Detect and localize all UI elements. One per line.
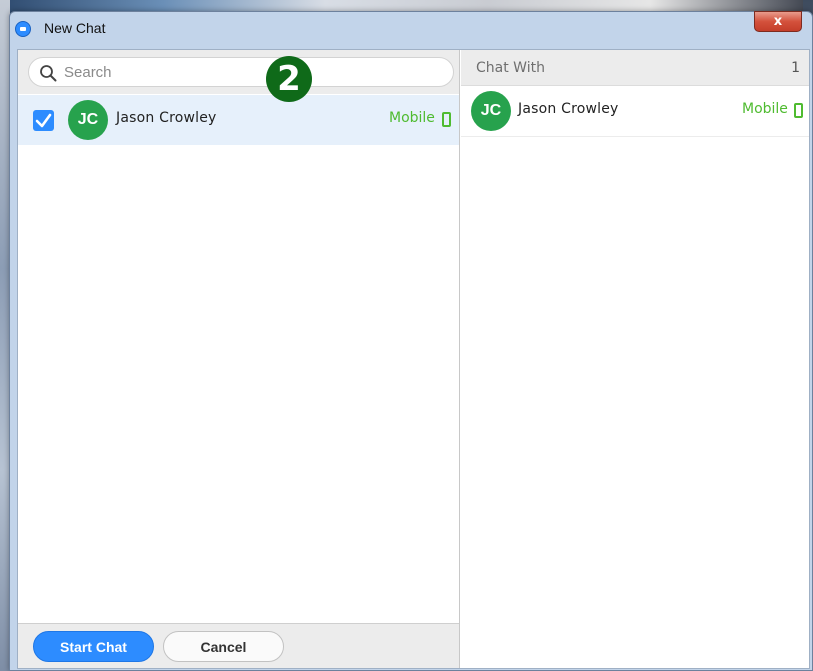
selected-contact-status: Mobile [742, 101, 788, 117]
cancel-button[interactable]: Cancel [163, 631, 284, 662]
contact-picker-panel: Search 2 JC Jason Crowley Mobile Start C… [18, 50, 460, 668]
chat-with-header: Chat With 1 [461, 50, 809, 86]
search-placeholder: Search [64, 64, 112, 81]
dialog-footer: Start Chat Cancel [18, 623, 459, 668]
chat-with-panel: Chat With 1 JC Jason Crowley Mobile [461, 50, 809, 668]
chat-with-label: Chat With [476, 60, 545, 76]
chat-with-count: 1 [791, 60, 800, 76]
selected-contact-name: Jason Crowley [518, 101, 619, 117]
contact-list-item[interactable]: JC Jason Crowley Mobile [18, 95, 459, 145]
contact-avatar: JC [68, 100, 108, 140]
search-icon [40, 65, 57, 82]
dialog-content: Search 2 JC Jason Crowley Mobile Start C… [17, 49, 810, 669]
selected-contact-avatar: JC [471, 91, 511, 131]
checkmark-icon [35, 113, 52, 128]
start-chat-button[interactable]: Start Chat [33, 631, 154, 662]
contact-name: Jason Crowley [116, 110, 217, 126]
close-button[interactable]: x [754, 11, 802, 32]
search-input[interactable]: Search [28, 57, 454, 87]
title-bar[interactable]: New Chat x [10, 11, 812, 46]
search-bar: Search 2 [18, 50, 459, 102]
contact-checkbox[interactable] [33, 110, 54, 131]
new-chat-window: New Chat x Search 2 JC Jason Crowley Mob… [9, 11, 813, 671]
step-number-badge: 2 [266, 56, 312, 102]
mobile-phone-icon [442, 112, 451, 127]
mobile-phone-icon [794, 103, 803, 118]
window-title: New Chat [44, 20, 106, 36]
zoom-app-icon [15, 21, 31, 37]
selected-contact-item[interactable]: JC Jason Crowley Mobile [461, 87, 809, 137]
contact-status: Mobile [389, 110, 435, 126]
